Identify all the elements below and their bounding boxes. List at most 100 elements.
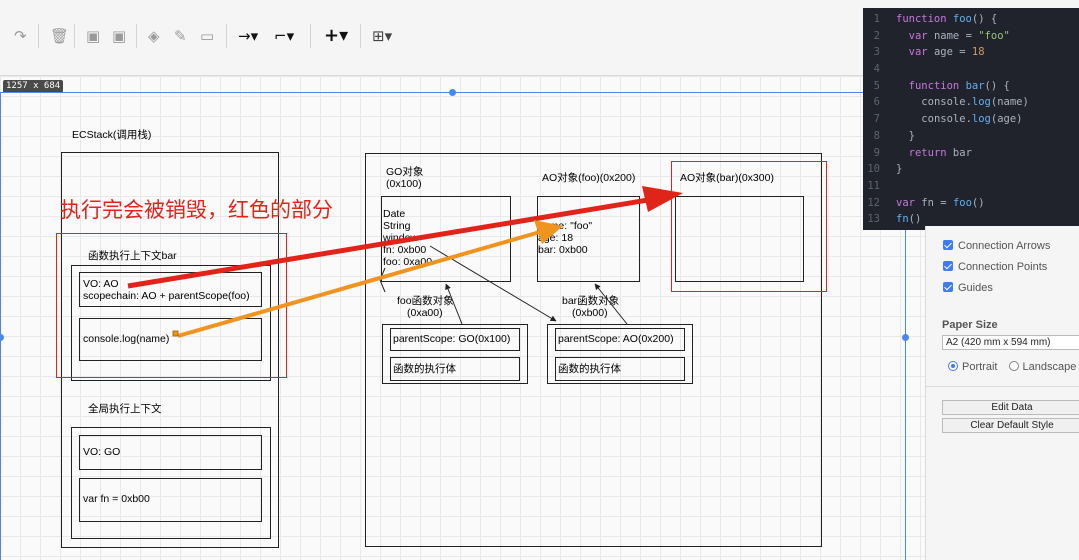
- guides-label: Guides: [958, 282, 993, 294]
- ao-bar-highlight: [671, 161, 827, 292]
- code-line: 2 var name = "foo": [863, 28, 1079, 45]
- line-number: 3: [873, 46, 880, 59]
- foo-body-label: 函数的执行体: [393, 363, 456, 375]
- code-text: }: [896, 163, 903, 176]
- code-text: fn(): [896, 213, 922, 226]
- landscape-label: Landscape: [1022, 361, 1077, 373]
- code-text: }: [908, 129, 915, 142]
- line-number: 7: [873, 113, 880, 126]
- go-line-date: Date: [383, 208, 406, 220]
- connection-icon[interactable]: →▾: [238, 27, 258, 45]
- format-panel: Connection Arrows Connection Points Guid…: [925, 226, 1079, 560]
- code-line: 10}: [863, 161, 1079, 178]
- to-back-icon[interactable]: ▣: [112, 27, 126, 45]
- checkbox-checked-icon[interactable]: [943, 261, 953, 271]
- portrait-radio[interactable]: [948, 361, 958, 371]
- toolbar-divider: [226, 24, 227, 48]
- global-context-title: 全局执行上下文: [88, 403, 162, 415]
- code-text: console.log(name): [921, 96, 1029, 109]
- line-color-icon[interactable]: ✎: [174, 27, 187, 45]
- clear-default-style-button[interactable]: Clear Default Style: [942, 418, 1079, 433]
- orientation-options: Portrait Landscape: [948, 360, 1076, 374]
- shadow-icon[interactable]: ▭: [200, 27, 214, 45]
- redo-icon[interactable]: ↷: [14, 27, 27, 45]
- ao-foo-title: AO对象(foo)(0x200): [542, 172, 636, 184]
- toolbar-divider: [310, 24, 311, 48]
- toolbar-divider: [360, 24, 361, 48]
- bar-context-highlight: [56, 233, 287, 378]
- line-number: 11: [867, 179, 880, 192]
- global-fn-label: var fn = 0xb00: [83, 493, 150, 505]
- connection-arrows-option[interactable]: Connection Arrows: [943, 239, 1050, 253]
- foo-fn-address: (0xa00): [407, 307, 443, 319]
- ecstack-title: ECStack(调用栈): [72, 129, 152, 141]
- code-line: 5 function bar() {: [863, 78, 1079, 95]
- toolbar-divider: [136, 24, 137, 48]
- resize-handle-top[interactable]: [449, 89, 456, 96]
- delete-icon[interactable]: 🗑: [50, 27, 69, 45]
- go-line-window: window: [383, 232, 419, 244]
- code-text: var name = "foo": [908, 29, 1010, 42]
- code-line: 7 console.log(age): [863, 111, 1079, 128]
- ao-foo-line-bar: bar: 0xb00: [538, 244, 588, 256]
- guides-option[interactable]: Guides: [943, 281, 993, 295]
- go-title: GO对象: [386, 166, 424, 178]
- connection-points-option[interactable]: Connection Points: [943, 260, 1047, 274]
- paper-size-select[interactable]: A2 (420 mm x 594 mm): [942, 335, 1079, 350]
- paper-size-heading: Paper Size: [942, 319, 998, 331]
- code-editor-overlay: 1 function foo() { 2 var name = "foo" 3 var…: [863, 8, 1079, 230]
- code-line: 12 var fn = foo(): [863, 195, 1079, 212]
- destroy-caption: 执行完会被销毁，红色的部分: [60, 198, 333, 222]
- line-number: 5: [873, 79, 880, 92]
- foo-parent-label: parentScope: GO(0x100): [393, 333, 511, 345]
- edit-data-button[interactable]: Edit Data: [942, 400, 1079, 415]
- line-number: 1: [873, 13, 880, 25]
- bar-parent-label: parentScope: AO(0x200): [558, 333, 674, 345]
- global-vo-label: VO: GO: [83, 446, 121, 458]
- line-number: 10: [867, 163, 880, 176]
- line-number: 9: [873, 146, 880, 159]
- line-number: 13: [867, 213, 880, 226]
- go-line-fn: fn: 0xb00: [383, 244, 427, 256]
- toolbar-divider: [38, 24, 39, 48]
- checkbox-checked-icon[interactable]: [943, 282, 953, 292]
- code-text: var fn = foo(): [896, 196, 985, 209]
- checkbox-checked-icon[interactable]: [943, 240, 953, 250]
- go-line-foo: foo: 0xa00: [383, 256, 433, 268]
- code-text: return bar: [908, 146, 972, 159]
- fill-color-icon[interactable]: ◈: [148, 27, 160, 45]
- code-line: 6 console.log(name): [863, 94, 1079, 111]
- foo-fn-title: foo函数对象: [397, 295, 454, 307]
- go-line-string: String: [383, 220, 411, 232]
- line-number: 6: [873, 96, 880, 109]
- bar-fn-title: bar函数对象: [562, 295, 620, 307]
- connection-points-label: Connection Points: [958, 261, 1048, 273]
- waypoints-icon[interactable]: ⌐▾: [274, 27, 294, 45]
- selection-left-edge: [0, 92, 1, 560]
- line-number: 8: [873, 129, 880, 142]
- code-line: 3 var age = 18: [863, 44, 1079, 61]
- toolbar-divider: [74, 24, 75, 48]
- resize-handle-right[interactable]: [902, 334, 909, 341]
- connection-arrows-label: Connection Arrows: [958, 240, 1051, 252]
- portrait-label: Portrait: [962, 361, 998, 373]
- code-line: 4: [863, 61, 1079, 78]
- ao-foo-line-name: name: "foo": [538, 220, 593, 232]
- code-text: var age = 18: [908, 46, 985, 59]
- code-line: 9 return bar: [863, 145, 1079, 162]
- insert-icon[interactable]: +▾: [324, 27, 348, 45]
- ao-foo-line-age: age: 18: [538, 232, 574, 244]
- panel-divider: [926, 386, 1079, 387]
- line-number: 4: [873, 63, 880, 76]
- bar-fn-address: (0xb00): [572, 307, 608, 319]
- code-text: function foo() {: [896, 13, 998, 25]
- go-address: (0x100): [386, 178, 422, 190]
- code-line: 11: [863, 178, 1079, 195]
- code-line: 1 function foo() {: [863, 11, 1079, 28]
- table-icon[interactable]: ⊞▾: [372, 27, 392, 45]
- landscape-radio[interactable]: [1008, 361, 1019, 371]
- to-front-icon[interactable]: ▣: [86, 27, 100, 45]
- code-text: console.log(age): [921, 113, 1023, 126]
- bar-body-label: 函数的执行体: [558, 363, 621, 375]
- code-line: 8 }: [863, 128, 1079, 145]
